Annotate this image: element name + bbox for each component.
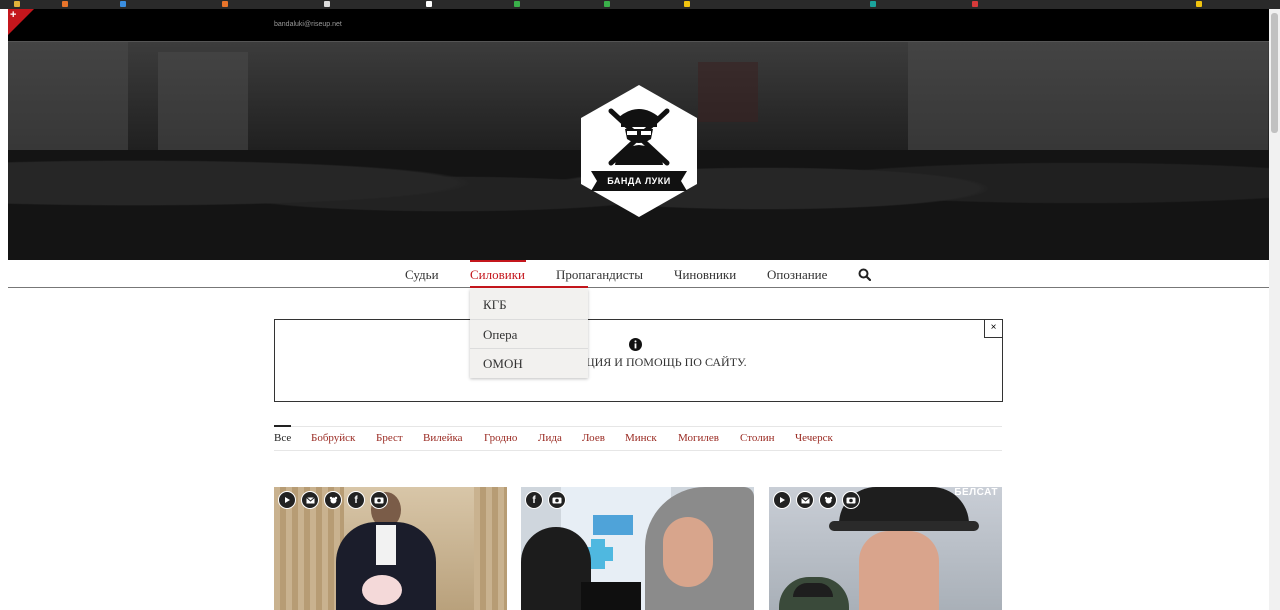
page-scrollbar[interactable] (1269, 9, 1280, 610)
help-notice: ИНСТРУКЦИЯ И ПОМОЩЬ ПО САЙТУ. × (274, 319, 1003, 402)
filter-lida[interactable]: Лида (538, 432, 562, 444)
mail-icon[interactable] (301, 491, 319, 509)
filter-stolin[interactable]: Столин (740, 432, 774, 444)
filter-grodno[interactable]: Гродно (484, 432, 517, 444)
filter-loev[interactable]: Лоев (582, 432, 605, 444)
card-1-badges: f (278, 491, 388, 509)
plus-icon[interactable]: + (10, 10, 16, 21)
camera-icon[interactable] (548, 491, 566, 509)
facebook-icon[interactable]: f (525, 491, 543, 509)
nav-active-indicator (470, 260, 526, 262)
filter-all[interactable]: Все (274, 432, 291, 444)
site-logo[interactable]: БАНДА ЛУКИ (573, 43, 705, 224)
nav-item-propagandisty[interactable]: Пропагандисты (556, 267, 643, 283)
camera-icon[interactable] (370, 491, 388, 509)
main-nav: Судьи Силовики Пропагандисты Чиновники О… (8, 260, 1269, 288)
scrollbar-thumb[interactable] (1271, 13, 1278, 133)
filter-bobruisk[interactable]: Бобруйск (311, 432, 355, 444)
close-button[interactable]: × (984, 319, 1003, 338)
play-icon[interactable] (773, 491, 791, 509)
info-icon (629, 338, 642, 356)
browser-bookmarks-bar (0, 0, 1280, 9)
mail-icon[interactable] (796, 491, 814, 509)
profile-card-1[interactable]: f (274, 487, 507, 610)
dropdown-item-omon[interactable]: ОМОН (483, 356, 523, 372)
filter-active-indicator (274, 425, 291, 427)
profile-card-3[interactable]: БЕЛСАТ (769, 487, 1002, 610)
nav-item-opoznanie[interactable]: Опознание (767, 267, 827, 283)
filter-brest[interactable]: Брест (376, 432, 403, 444)
belsat-watermark: БЕЛСАТ (954, 487, 998, 498)
siloviki-dropdown-menu: КГБ Опера ОМОН (470, 289, 588, 378)
nav-item-chinovniki[interactable]: Чиновники (674, 267, 736, 283)
logo-text: БАНДА ЛУКИ (607, 176, 671, 186)
filter-mogilev[interactable]: Могилев (678, 432, 719, 444)
dropdown-top-border (470, 286, 588, 288)
filter-minsk[interactable]: Минск (625, 432, 657, 444)
card-2-badges: f (525, 491, 566, 509)
dropdown-item-kgb[interactable]: КГБ (483, 297, 507, 313)
profile-card-2[interactable]: f (521, 487, 754, 610)
search-icon[interactable] (858, 268, 872, 286)
facebook-icon[interactable]: f (347, 491, 365, 509)
play-icon[interactable] (278, 491, 296, 509)
top-bar: bandaluki@riseup.net (8, 9, 1269, 42)
filter-chechersk[interactable]: Чечерск (795, 432, 833, 444)
nav-item-sudi[interactable]: Судьи (405, 267, 439, 283)
card-3-badges (773, 491, 860, 509)
vk-icon[interactable] (819, 491, 837, 509)
camera-icon[interactable] (842, 491, 860, 509)
notice-text[interactable]: ИНСТРУКЦИЯ И ПОМОЩЬ ПО САЙТУ. (275, 355, 1002, 370)
dropdown-item-opera[interactable]: Опера (483, 327, 517, 343)
nav-item-siloviki[interactable]: Силовики (470, 267, 525, 283)
contact-email[interactable]: bandaluki@riseup.net (274, 21, 342, 28)
city-filter-bar: Все Бобруйск Брест Вилейка Гродно Лида Л… (274, 425, 1002, 451)
filter-vileika[interactable]: Вилейка (423, 432, 463, 444)
vk-icon[interactable] (324, 491, 342, 509)
